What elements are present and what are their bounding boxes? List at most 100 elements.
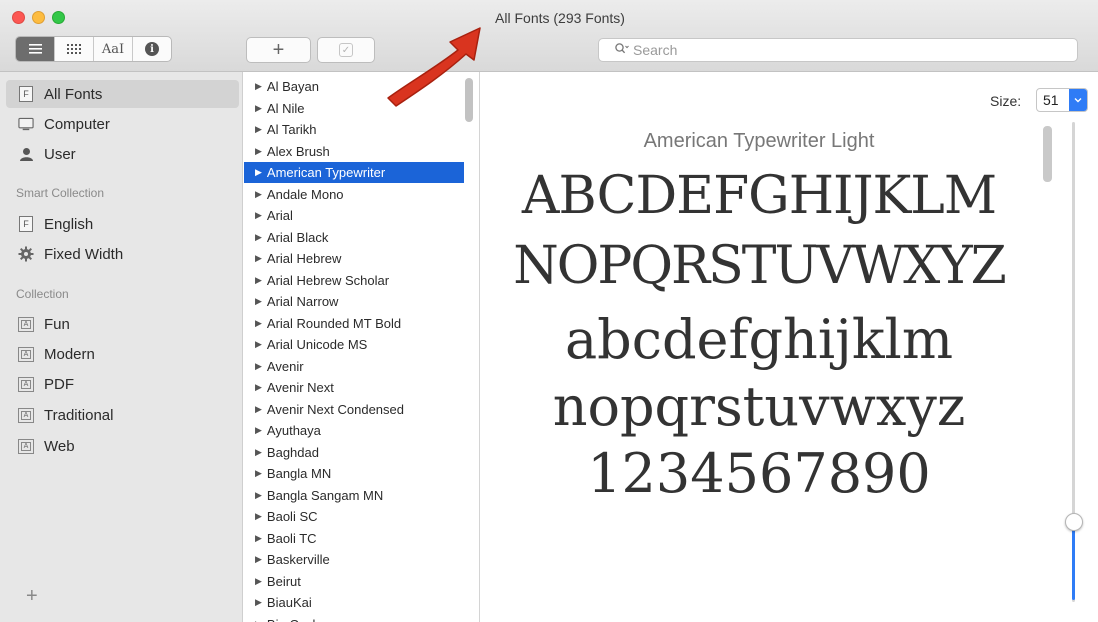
font-list-item[interactable]: ▶ Avenir Next Condensed — [244, 399, 464, 420]
sidebar-item-label: Fixed Width — [44, 245, 124, 263]
font-list-item[interactable]: ▶ Arial Black — [244, 227, 464, 248]
smart-collection-header: Smart Collection — [16, 186, 105, 200]
font-list-item[interactable]: ▶ Beirut — [244, 571, 464, 592]
font-list-item[interactable]: ▶ Arial Narrow — [244, 291, 464, 312]
collection-icon: A — [18, 346, 34, 362]
size-combo-box[interactable]: 51 — [1036, 88, 1088, 112]
disclosure-triangle-icon[interactable]: ▶ — [255, 554, 262, 565]
disclosure-triangle-icon[interactable]: ▶ — [255, 253, 262, 264]
font-list-item[interactable]: ▶ BiauKai — [244, 592, 464, 613]
font-list-item[interactable]: ▶ Ayuthaya — [244, 420, 464, 441]
chevron-down-icon[interactable] — [1069, 89, 1087, 111]
font-list-item[interactable]: ▶ Andale Mono — [244, 184, 464, 205]
sidebar-item-all-fonts[interactable]: F All Fonts — [6, 80, 239, 108]
font-list-item[interactable]: ▶ American Typewriter — [244, 162, 464, 183]
font-family-name: Arial Narrow — [266, 294, 339, 309]
font-list-item[interactable]: ▶ Avenir Next — [244, 377, 464, 398]
font-file-icon: F — [18, 86, 34, 102]
disclosure-triangle-icon[interactable]: ▶ — [255, 619, 262, 622]
sample-view-button[interactable]: AaI — [94, 37, 133, 61]
disclosure-triangle-icon[interactable]: ▶ — [255, 425, 262, 436]
font-list-item[interactable]: ▶ Baghdad — [244, 442, 464, 463]
disclosure-triangle-icon[interactable]: ▶ — [255, 81, 262, 92]
font-list-item[interactable]: ▶ Baskerville — [244, 549, 464, 570]
sidebar: F All Fonts Computer User Smart Collecti… — [0, 72, 243, 622]
sidebar-item-fixed-width[interactable]: Fixed Width — [6, 240, 239, 268]
list-view-button[interactable] — [16, 37, 55, 61]
disclosure-triangle-icon[interactable]: ▶ — [255, 232, 262, 243]
disclosure-triangle-icon[interactable]: ▶ — [255, 296, 262, 307]
close-window-button[interactable] — [12, 11, 25, 24]
font-list-item[interactable]: ▶ Bangla MN — [244, 463, 464, 484]
disclosure-triangle-icon[interactable]: ▶ — [255, 339, 262, 350]
disclosure-triangle-icon[interactable]: ▶ — [255, 447, 262, 458]
font-list-item[interactable]: ▶ Alex Brush — [244, 141, 464, 162]
validate-font-button[interactable]: ✓ — [317, 37, 375, 63]
font-list-item[interactable]: ▶ Avenir — [244, 356, 464, 377]
font-list-item[interactable]: ▶ Arial Rounded MT Bold — [244, 313, 464, 334]
disclosure-triangle-icon[interactable]: ▶ — [255, 210, 262, 221]
font-family-name: Baoli TC — [266, 530, 317, 546]
minimize-window-button[interactable] — [32, 11, 45, 24]
disclosure-triangle-icon[interactable]: ▶ — [255, 167, 262, 178]
disclosure-triangle-icon[interactable]: ▶ — [255, 533, 262, 544]
disclosure-triangle-icon[interactable]: ▶ — [255, 189, 262, 200]
add-font-button[interactable]: + — [246, 37, 311, 63]
preview-scrollbar[interactable] — [1043, 126, 1052, 182]
font-family-name: Ayuthaya — [266, 423, 321, 438]
sidebar-item-english[interactable]: F English — [6, 210, 239, 238]
font-list-item[interactable]: ▶ Al Tarikh — [244, 119, 464, 140]
grid-icon — [67, 44, 81, 54]
sidebar-item-label: Traditional — [44, 406, 114, 424]
font-list-scrollbar[interactable] — [465, 78, 473, 122]
font-family-name: Arial Rounded MT Bold — [266, 315, 402, 331]
zoom-window-button[interactable] — [52, 11, 65, 24]
font-list-item[interactable]: ▶ Big Caslon — [244, 614, 464, 622]
font-list-item[interactable]: ▶ Al Nile — [244, 98, 464, 119]
font-list-item[interactable]: ▶ Arial — [244, 205, 464, 226]
disclosure-triangle-icon[interactable]: ▶ — [255, 146, 262, 157]
disclosure-triangle-icon[interactable]: ▶ — [255, 576, 262, 587]
size-label: Size: — [990, 93, 1022, 109]
font-list-item[interactable]: ▶ Arial Hebrew Scholar — [244, 270, 464, 291]
sidebar-item-fun[interactable]: A Fun — [6, 310, 239, 338]
font-family-name: Avenir — [266, 358, 304, 374]
font-list-item[interactable]: ▶ Al Bayan — [244, 76, 464, 97]
font-file-icon: F — [18, 216, 34, 232]
disclosure-triangle-icon[interactable]: ▶ — [255, 382, 262, 393]
font-family-name: Al Nile — [266, 100, 305, 116]
font-family-name: Bangla Sangam MN — [266, 487, 384, 503]
font-list-item[interactable]: ▶ Arial Unicode MS — [244, 334, 464, 355]
sidebar-item-pdf[interactable]: A PDF — [6, 370, 239, 398]
disclosure-triangle-icon[interactable]: ▶ — [255, 275, 262, 286]
disclosure-triangle-icon[interactable]: ▶ — [255, 490, 262, 501]
add-collection-button[interactable]: + — [26, 585, 38, 608]
size-value[interactable]: 51 — [1037, 92, 1069, 108]
disclosure-triangle-icon[interactable]: ▶ — [255, 124, 262, 135]
sidebar-item-traditional[interactable]: A Traditional — [6, 401, 239, 429]
font-list-item[interactable]: ▶ Bangla Sangam MN — [244, 485, 464, 506]
sidebar-item-computer[interactable]: Computer — [6, 110, 239, 138]
disclosure-triangle-icon[interactable]: ▶ — [255, 404, 262, 415]
sidebar-item-modern[interactable]: A Modern — [6, 340, 239, 368]
font-family-name: Arial Hebrew — [266, 251, 342, 266]
disclosure-triangle-icon[interactable]: ▶ — [255, 468, 262, 479]
size-slider-knob[interactable] — [1065, 513, 1083, 531]
info-view-button[interactable]: i — [133, 37, 171, 61]
grid-view-button[interactable] — [55, 37, 94, 61]
info-icon: i — [145, 42, 159, 56]
font-list-item[interactable]: ▶ Baoli TC — [244, 528, 464, 549]
search-field[interactable]: Search — [598, 38, 1078, 62]
sidebar-item-web[interactable]: A Web — [6, 432, 239, 460]
font-list-item[interactable]: ▶ Arial Hebrew — [244, 248, 464, 269]
sidebar-item-label: English — [44, 215, 94, 233]
font-list-item[interactable]: ▶ Baoli SC — [244, 506, 464, 527]
disclosure-triangle-icon[interactable]: ▶ — [255, 511, 262, 522]
font-family-name: Al Bayan — [266, 79, 319, 94]
disclosure-triangle-icon[interactable]: ▶ — [255, 318, 262, 329]
disclosure-triangle-icon[interactable]: ▶ — [255, 597, 262, 608]
sidebar-item-user[interactable]: User — [6, 140, 239, 168]
disclosure-triangle-icon[interactable]: ▶ — [255, 361, 262, 372]
disclosure-triangle-icon[interactable]: ▶ — [255, 103, 262, 114]
font-family-name: Avenir Next — [266, 380, 334, 395]
